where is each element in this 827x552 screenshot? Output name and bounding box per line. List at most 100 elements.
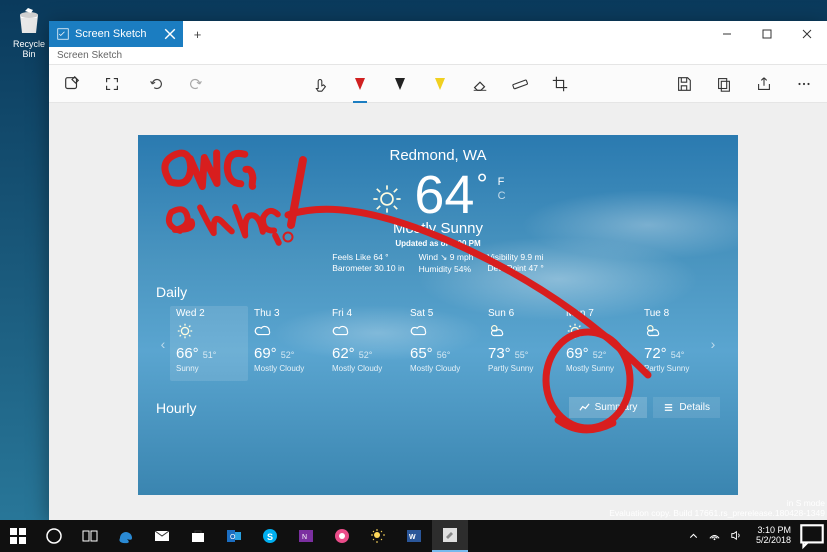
daily-prev[interactable]: ‹ [156, 336, 170, 352]
canvas-area[interactable]: Redmond, WA 64° F C Mostly Sunny Updated… [49, 103, 827, 520]
action-center-button[interactable] [797, 521, 827, 551]
day-card[interactable]: Mon 7 69° 52° Mostly Sunny [560, 306, 638, 381]
day-condition: Partly Sunny [488, 364, 554, 373]
day-lo: 56° [437, 350, 451, 360]
titlebar: Screen Sketch + [49, 21, 827, 47]
day-card[interactable]: Fri 4 62° 52° Mostly Cloudy [326, 306, 404, 381]
task-view-button[interactable] [72, 520, 108, 552]
mail-button[interactable] [144, 520, 180, 552]
more-button[interactable] [791, 69, 817, 99]
day-lo: 52° [359, 350, 373, 360]
unit-f[interactable]: F [498, 176, 506, 188]
evaluation-watermark: in S mode Evaluation copy. Build 17661.r… [609, 499, 825, 518]
daily-next[interactable]: › [706, 336, 720, 352]
tab-screen-sketch[interactable]: Screen Sketch [49, 21, 183, 47]
details-button[interactable]: Details [653, 397, 720, 418]
day-condition: Mostly Cloudy [254, 364, 320, 373]
day-card[interactable]: Thu 3 69° 52° Mostly Cloudy [248, 306, 326, 381]
day-lo: 52° [593, 350, 607, 360]
location-label: Redmond, WA [156, 147, 720, 164]
day-card[interactable]: Tue 872°54°Partly Sunny [638, 306, 706, 381]
save-button[interactable] [671, 69, 697, 99]
tray-volume-icon[interactable] [729, 529, 742, 544]
share-button[interactable] [751, 69, 777, 99]
recycle-bin[interactable]: Recycle Bin [8, 5, 50, 59]
day-lo: 51° [203, 350, 217, 360]
day-condition: Mostly Cloudy [410, 364, 476, 373]
hourly-title: Hourly [156, 400, 196, 416]
day-name: Sun 6 [488, 308, 554, 319]
tray-network-icon[interactable] [708, 529, 721, 544]
taskbar: O S N W 3:10 PM 5/2/2018 [0, 520, 827, 552]
undo-button[interactable] [143, 69, 169, 99]
svg-text:S: S [267, 532, 273, 542]
copy-button[interactable] [711, 69, 737, 99]
day-card[interactable]: Wed 2 66° 51° Sunny [170, 306, 248, 381]
redo-button[interactable] [183, 69, 209, 99]
ruler-button[interactable] [507, 69, 533, 99]
day-name: Sat 5 [410, 308, 476, 319]
day-lo: 54° [671, 350, 685, 360]
day-hi: 69° [566, 345, 589, 362]
day-name: Thu 3 [254, 308, 320, 319]
sun-icon [370, 182, 404, 216]
unit-c[interactable]: C [498, 190, 506, 202]
minimize-button[interactable] [707, 21, 747, 47]
screen-sketch-window: Screen Sketch + Screen Sketch [49, 21, 827, 520]
day-hi: 62° [332, 345, 355, 362]
day-lo: 52° [281, 350, 295, 360]
day-hi: 66° [176, 345, 199, 362]
day-hi: 69° [254, 345, 277, 362]
weather-stats: Feels Like 64 ° Barometer 30.10 in Wind … [156, 252, 720, 274]
outlook-button[interactable]: O [216, 520, 252, 552]
new-tab-button[interactable]: + [183, 21, 213, 47]
close-button[interactable] [787, 21, 827, 47]
recycle-bin-label: Recycle Bin [13, 39, 45, 59]
temperature-value: 64 [414, 165, 474, 225]
edge-button[interactable] [108, 520, 144, 552]
tab-close-icon[interactable] [163, 27, 177, 41]
day-condition: Sunny [176, 364, 242, 373]
cortana-button[interactable] [36, 520, 72, 552]
tray-chevron-icon[interactable] [687, 529, 700, 544]
system-tray[interactable] [679, 529, 750, 544]
taskbar-clock[interactable]: 3:10 PM 5/2/2018 [750, 526, 797, 546]
day-name: Wed 2 [176, 308, 242, 319]
skype-button[interactable]: S [252, 520, 288, 552]
svg-text:W: W [409, 534, 416, 541]
maximize-button[interactable] [747, 21, 787, 47]
tab-label: Screen Sketch [75, 28, 147, 40]
day-name: Fri 4 [332, 308, 398, 319]
daily-title: Daily [156, 284, 720, 300]
onenote-button[interactable]: N [288, 520, 324, 552]
day-condition: Mostly Sunny [566, 364, 632, 373]
day-lo: 55° [515, 350, 529, 360]
summary-button[interactable]: Summary [569, 397, 648, 418]
day-condition: Partly Sunny [644, 364, 706, 373]
pen-black-button[interactable] [387, 69, 413, 99]
condition-label: Mostly Sunny [156, 220, 720, 237]
svg-text:N: N [302, 534, 307, 541]
day-condition: Mostly Cloudy [332, 364, 398, 373]
itunes-button[interactable] [324, 520, 360, 552]
day-hi: 65° [410, 345, 433, 362]
day-card[interactable]: Sat 5 65° 56° Mostly Cloudy [404, 306, 482, 381]
pen-red-button[interactable] [347, 69, 373, 99]
crop-button[interactable] [547, 69, 573, 99]
day-name: Tue 8 [644, 308, 706, 319]
toolbar [49, 65, 827, 103]
highlighter-button[interactable] [427, 69, 453, 99]
expand-button[interactable] [99, 69, 125, 99]
new-sketch-button[interactable] [59, 69, 85, 99]
word-button[interactable]: W [396, 520, 432, 552]
svg-text:O: O [230, 534, 236, 541]
touch-writing-button[interactable] [307, 69, 333, 99]
store-button[interactable] [180, 520, 216, 552]
start-button[interactable] [0, 520, 36, 552]
eraser-button[interactable] [467, 69, 493, 99]
weather-taskbar-button[interactable] [360, 520, 396, 552]
day-hi: 73° [488, 345, 511, 362]
day-name: Mon 7 [566, 308, 632, 319]
screen-sketch-taskbar-button[interactable] [432, 520, 468, 552]
day-card[interactable]: Sun 6 73° 55° Partly Sunny [482, 306, 560, 381]
